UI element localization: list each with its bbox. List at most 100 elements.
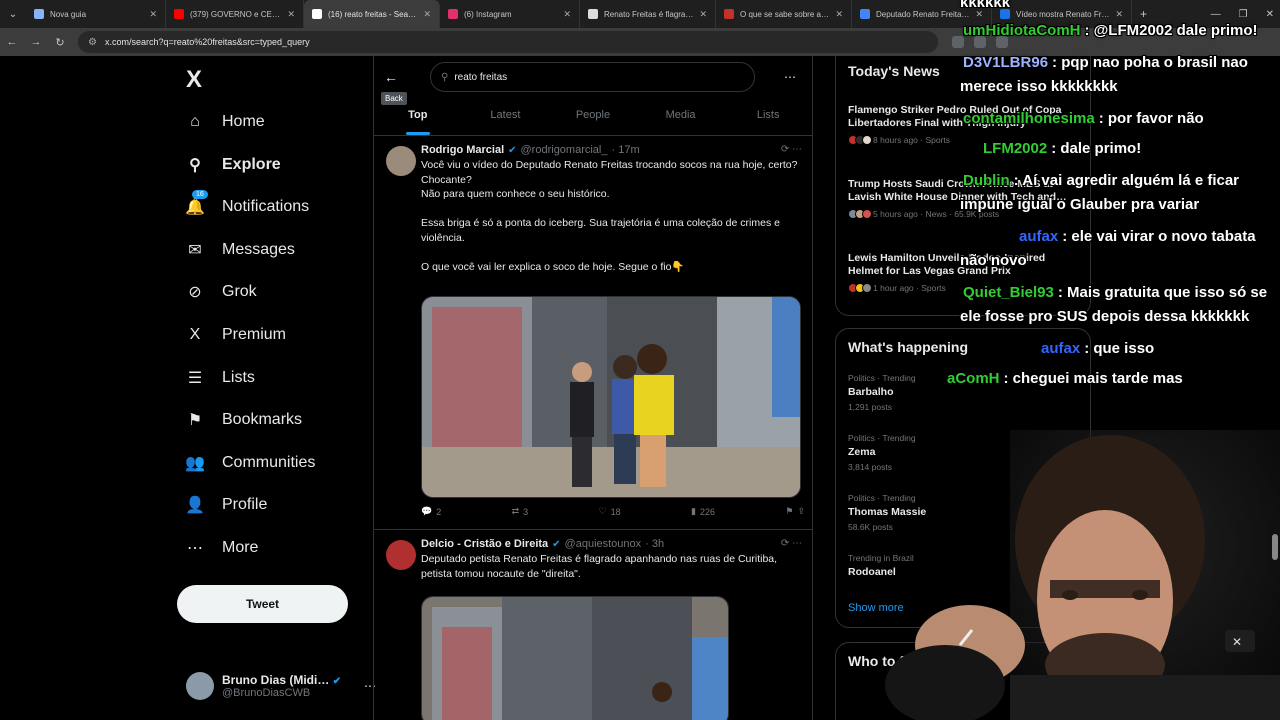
bookmark-star-icon[interactable] bbox=[996, 36, 1008, 48]
tab-lists[interactable]: Lists bbox=[724, 104, 812, 135]
left-navigation: X ⌂ Home ⚲ Explore 🔔 16 Notifications ✉ Messages… bbox=[176, 56, 376, 720]
address-bar[interactable]: ⚙ x.com/search?q=reato%20freitas&src=typ… bbox=[78, 31, 938, 53]
todays-news-panel: Today's News Flamengo Striker Pedro Rule… bbox=[835, 56, 1091, 316]
nav-item-communities[interactable]: 👥 Communities bbox=[184, 445, 315, 481]
site-info-icon[interactable]: ⚙ bbox=[88, 37, 97, 48]
tab-latest[interactable]: Latest bbox=[462, 104, 550, 135]
trend-name: Barbalho bbox=[848, 386, 894, 398]
bell-icon: 🔔 16 bbox=[184, 190, 208, 218]
x-logo-icon[interactable]: X bbox=[186, 66, 202, 94]
tweet[interactable]: Delcio - Cristão e Direita ✔ @aquiestoun… bbox=[374, 530, 812, 720]
author-name[interactable]: Delcio - Cristão e Direita bbox=[421, 538, 548, 550]
browser-tab[interactable]: (379) GOVERNO e CENTR… ✕ bbox=[166, 0, 304, 28]
nav-item-label: Grok bbox=[222, 283, 257, 301]
account-switcher[interactable]: Bruno Dias (Midi… ✔ @BrunoDiasCWB ⋯ bbox=[186, 666, 376, 706]
nav-item-more[interactable]: ⋯ More bbox=[184, 530, 258, 566]
nav-item-premium[interactable]: X Premium bbox=[184, 317, 286, 353]
news-meta: 1 hour ago · Sports bbox=[848, 283, 1073, 293]
more-dots-icon[interactable]: ⋯ bbox=[784, 70, 796, 84]
scrollbar-thumb[interactable] bbox=[1272, 534, 1278, 560]
tab-media[interactable]: Media bbox=[637, 104, 725, 135]
tab-top[interactable]: Top bbox=[374, 104, 462, 135]
more-dots-icon[interactable]: ⟳ ⋯ bbox=[781, 538, 802, 549]
account-handle: @BrunoDiasCWB bbox=[222, 687, 311, 699]
share-button[interactable]: ⚑ ⇪ bbox=[785, 506, 805, 517]
avatar[interactable] bbox=[386, 146, 416, 176]
nav-item-profile[interactable]: 👤 Profile bbox=[184, 487, 267, 523]
minimize-icon[interactable]: — bbox=[1211, 9, 1221, 20]
nav-item-grok[interactable]: ⊘ Grok bbox=[184, 274, 257, 310]
close-icon[interactable]: ✕ bbox=[423, 9, 431, 20]
close-icon[interactable]: ✕ bbox=[699, 9, 707, 20]
webcam-overlay: ✕ bbox=[860, 430, 1280, 720]
browser-tab[interactable]: Nova guia ✕ bbox=[26, 0, 166, 28]
close-icon[interactable]: ✕ bbox=[287, 9, 295, 20]
page-scrollbar[interactable] bbox=[1272, 56, 1278, 720]
maximize-icon[interactable]: ❐ bbox=[1239, 9, 1248, 20]
browser-tab[interactable]: Renato Freitas é flagrado… ✕ bbox=[580, 0, 716, 28]
news-item[interactable]: Flamengo Striker Pedro Ruled Out of Copa… bbox=[848, 104, 1073, 145]
forward-arrow-icon[interactable]: → bbox=[24, 36, 48, 48]
nav-item-label: Lists bbox=[222, 368, 255, 386]
reply-button[interactable]: 💬 2 bbox=[421, 506, 441, 517]
nav-item-bookmarks[interactable]: ⚑ Bookmarks bbox=[184, 402, 302, 438]
grok-icon: ⊘ bbox=[188, 284, 202, 302]
trend-item[interactable]: Politics · Trending Barbalho 1,291 posts bbox=[848, 373, 916, 412]
close-icon[interactable]: ✕ bbox=[1115, 9, 1123, 20]
browser-tab[interactable]: (16) reato freitas - Search ✕ bbox=[304, 0, 440, 28]
nav-item-label: Explore bbox=[222, 155, 281, 173]
street-video-frame bbox=[422, 297, 800, 497]
tweet-video[interactable] bbox=[421, 596, 729, 720]
close-icon[interactable]: ✕ bbox=[563, 9, 571, 20]
new-tab-button[interactable]: + bbox=[1132, 7, 1155, 21]
nav-item-home[interactable]: ⌂ Home bbox=[184, 104, 265, 140]
avatar[interactable] bbox=[386, 540, 416, 570]
tab-favicon-icon bbox=[724, 9, 734, 19]
tab-favicon-icon bbox=[448, 9, 458, 19]
views-button[interactable]: ▮ 226 bbox=[691, 506, 715, 517]
browser-tab[interactable]: O que se sabe sobre a bri… ✕ bbox=[716, 0, 852, 28]
search-results-column: ← Back ⚲ reato freitas ⋯ Top Latest People… bbox=[373, 56, 813, 720]
tweet-text: Você viu o vídeo do Deputado Renato Frei… bbox=[421, 159, 798, 273]
back-arrow-icon[interactable]: ← bbox=[384, 69, 398, 85]
news-item[interactable]: Trump Hosts Saudi Crown Prince MBS at La… bbox=[848, 178, 1073, 219]
browser-tab[interactable]: Deputado Renato Freitas… ✕ bbox=[852, 0, 992, 28]
close-window-icon[interactable]: ✕ bbox=[1266, 9, 1274, 20]
tab-search-icon[interactable]: ⌄ bbox=[0, 0, 26, 28]
search-input[interactable]: ⚲ reato freitas bbox=[430, 62, 755, 92]
tweet[interactable]: Rodrigo Marcial ✔ @rodrigomarcial_ · 17m… bbox=[374, 136, 812, 530]
nav-item-lists[interactable]: ☰ Lists bbox=[184, 360, 255, 396]
news-title: Trump Hosts Saudi Crown Prince MBS at La… bbox=[848, 178, 1067, 203]
news-item[interactable]: Lewis Hamilton Unveils Rodeo-Inspired He… bbox=[848, 252, 1073, 293]
search-tabs: Top Latest People Media Lists bbox=[374, 104, 812, 136]
back-arrow-icon[interactable]: ← bbox=[0, 36, 24, 48]
author-handle[interactable]: @rodrigomarcial_ bbox=[521, 144, 608, 156]
extension-icon[interactable] bbox=[974, 36, 986, 48]
extension-icon[interactable] bbox=[952, 36, 964, 48]
tweet-button[interactable]: Tweet bbox=[177, 585, 348, 623]
nav-item-notifications[interactable]: 🔔 16 Notifications bbox=[184, 189, 309, 225]
share-icon[interactable]: ⇪ bbox=[797, 506, 805, 517]
nav-item-messages[interactable]: ✉ Messages bbox=[184, 232, 295, 268]
like-button[interactable]: ♡ 18 bbox=[599, 506, 621, 517]
reload-icon[interactable]: ↻ bbox=[48, 36, 72, 49]
verified-badge-icon: ✔ bbox=[552, 538, 561, 550]
nav-item-label: Bookmarks bbox=[222, 411, 303, 429]
tweet-time[interactable]: · 17m bbox=[612, 144, 640, 156]
tweet-header: Delcio - Cristão e Direita ✔ @aquiestoun… bbox=[421, 538, 664, 550]
browser-tab[interactable]: Vídeo mostra Renato Frei… ✕ bbox=[992, 0, 1132, 28]
tab-people[interactable]: People bbox=[549, 104, 637, 135]
author-handle[interactable]: @aquiestounox bbox=[565, 538, 642, 550]
notification-badge: 16 bbox=[192, 190, 208, 200]
close-icon[interactable]: ✕ bbox=[149, 9, 157, 20]
close-icon[interactable]: ✕ bbox=[835, 9, 843, 20]
more-dots-icon[interactable]: ⟳ ⋯ bbox=[781, 144, 802, 155]
bookmark-icon[interactable]: ⚑ bbox=[785, 506, 793, 517]
browser-tab[interactable]: (6) Instagram ✕ bbox=[440, 0, 580, 28]
tweet-video[interactable] bbox=[421, 296, 801, 498]
nav-item-explore[interactable]: ⚲ Explore bbox=[184, 147, 281, 183]
author-name[interactable]: Rodrigo Marcial bbox=[421, 144, 504, 156]
repost-button[interactable]: ⇄ 3 bbox=[512, 506, 529, 517]
close-icon[interactable]: ✕ bbox=[975, 9, 983, 20]
tweet-time[interactable]: · 3h bbox=[645, 538, 664, 550]
